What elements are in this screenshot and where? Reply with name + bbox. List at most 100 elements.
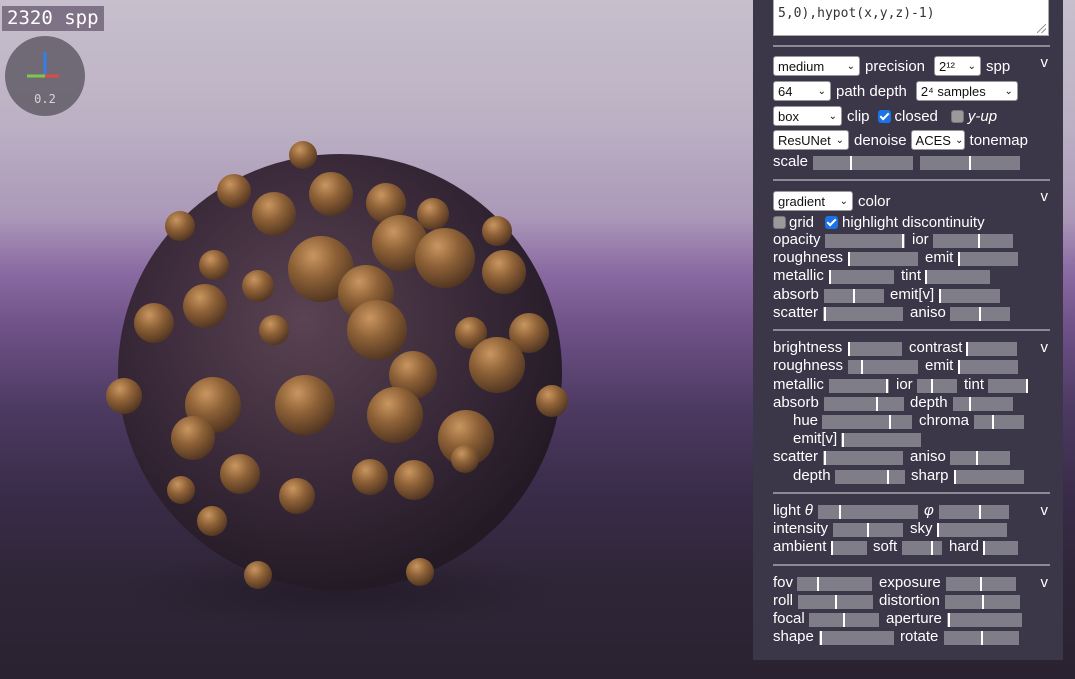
blob-bump (167, 476, 195, 504)
slider-knob (839, 505, 841, 519)
highlight-checkbox[interactable] (825, 215, 839, 229)
clip-select[interactable]: box ⌄ (773, 106, 842, 126)
denoise-select-value: ResUNet (778, 132, 831, 148)
fov-slider[interactable] (797, 577, 872, 591)
denoise-label: denoise (854, 131, 907, 149)
blob-bump (252, 192, 296, 236)
theta-slider[interactable] (818, 505, 918, 519)
blob-bump (259, 315, 289, 345)
aperture-slider[interactable] (947, 613, 1022, 627)
code-editor[interactable]: 5,0),hypot(x,y,z)-1) (773, 0, 1049, 36)
depth2-slider[interactable] (835, 470, 905, 484)
slider-knob (831, 541, 833, 555)
slider-knob (820, 631, 822, 645)
light-section-toggle[interactable]: v (1041, 502, 1049, 519)
shape-slider[interactable] (819, 631, 894, 645)
closed-checkbox[interactable] (877, 109, 891, 123)
slider-knob (980, 577, 982, 591)
hue-slider[interactable] (822, 415, 912, 429)
distortion-label: distortion (879, 592, 940, 609)
emitv-label: emit[v] (890, 286, 935, 303)
slider-knob (958, 252, 960, 266)
light-theta-label: light θ (773, 502, 813, 520)
exposure-slider[interactable] (946, 577, 1016, 591)
sharp-slider[interactable] (954, 470, 1024, 484)
material-section-toggle[interactable]: v (1041, 339, 1049, 356)
slider-knob (829, 270, 831, 284)
metallic-slider[interactable] (829, 379, 889, 393)
grid-checkbox[interactable] (773, 215, 786, 229)
color-mode-select[interactable]: gradient ⌄ (773, 191, 853, 211)
slider-knob (848, 342, 850, 356)
absorb-slider[interactable] (824, 397, 904, 411)
focal-slider[interactable] (809, 613, 879, 627)
path-depth-select[interactable]: 64 ⌄ (773, 81, 831, 101)
exposure-label: exposure (879, 574, 941, 591)
denoise-select[interactable]: ResUNet ⌄ (773, 130, 849, 150)
yup-checkbox[interactable] (950, 109, 964, 123)
sky-slider[interactable] (937, 523, 1007, 537)
light-label: light (773, 502, 801, 519)
contrast-slider[interactable] (966, 342, 1017, 356)
emitv-slider[interactable] (939, 289, 1000, 303)
code-text: 5,0),hypot(x,y,z)-1) (778, 6, 935, 21)
scale-b-slider[interactable] (920, 156, 1020, 170)
clip-select-value: box (778, 108, 799, 124)
contrast-label: contrast (909, 339, 963, 356)
slider-knob (1026, 379, 1028, 393)
closed-label: closed (894, 107, 938, 125)
roughness-slider[interactable] (848, 360, 918, 374)
blob-bump (482, 216, 512, 246)
axes-gizmo[interactable]: 0.2 (5, 36, 85, 116)
slider-knob (978, 234, 980, 248)
spp-select[interactable]: 2¹² ⌄ (934, 56, 982, 76)
scale-a-slider[interactable] (813, 156, 913, 170)
precision-select[interactable]: medium ⌄ (773, 56, 860, 76)
blob-bump (347, 300, 407, 360)
emitv-slider[interactable] (841, 433, 921, 447)
resize-grip-icon[interactable] (1037, 24, 1046, 33)
aperture-label: aperture (886, 610, 942, 627)
samples-select[interactable]: 2⁴ samples ⌄ (915, 81, 1018, 101)
distortion-slider[interactable] (945, 595, 1020, 609)
scatter-slider[interactable] (823, 307, 903, 321)
slider-knob (939, 289, 941, 303)
depth-slider[interactable] (953, 397, 1013, 411)
scatter-label: scatter (773, 448, 819, 465)
blob-bump (106, 378, 142, 414)
emit-slider[interactable] (958, 252, 1018, 266)
roll-slider[interactable] (798, 595, 873, 609)
tint-slider[interactable] (925, 270, 990, 284)
chevron-down-icon: ⌄ (817, 85, 826, 97)
rotate-slider[interactable] (944, 631, 1019, 645)
color-section-toggle[interactable]: v (1041, 188, 1049, 205)
chroma-slider[interactable] (974, 415, 1024, 429)
ambient-slider[interactable] (831, 541, 867, 555)
hard-slider[interactable] (983, 541, 1018, 555)
slider-knob (835, 595, 837, 609)
tonemap-select[interactable]: ACES ⌄ (910, 130, 965, 150)
render-section-toggle[interactable]: v (1041, 54, 1049, 71)
camera-section-toggle[interactable]: v (1041, 574, 1049, 591)
opacity-slider[interactable] (825, 234, 905, 248)
absorb-label: absorb (773, 286, 819, 303)
scatter-slider[interactable] (823, 451, 903, 465)
blob-bump (242, 270, 274, 302)
tint-slider[interactable] (988, 379, 1028, 393)
absorb-slider[interactable] (824, 289, 884, 303)
ior-slider[interactable] (917, 379, 957, 393)
slider-knob (979, 505, 981, 519)
metallic-slider[interactable] (829, 270, 894, 284)
intensity-slider[interactable] (833, 523, 903, 537)
roughness-slider[interactable] (848, 252, 918, 266)
soft-slider[interactable] (902, 541, 942, 555)
aniso-slider[interactable] (950, 451, 1010, 465)
brightness-label: brightness (773, 339, 843, 356)
ior-slider[interactable] (933, 234, 1013, 248)
phi-slider[interactable] (939, 505, 1009, 519)
blob-bump (451, 445, 479, 473)
aniso-slider[interactable] (950, 307, 1010, 321)
render-viewport[interactable] (0, 0, 752, 679)
brightness-slider[interactable] (848, 342, 902, 356)
emit-slider[interactable] (958, 360, 1018, 374)
